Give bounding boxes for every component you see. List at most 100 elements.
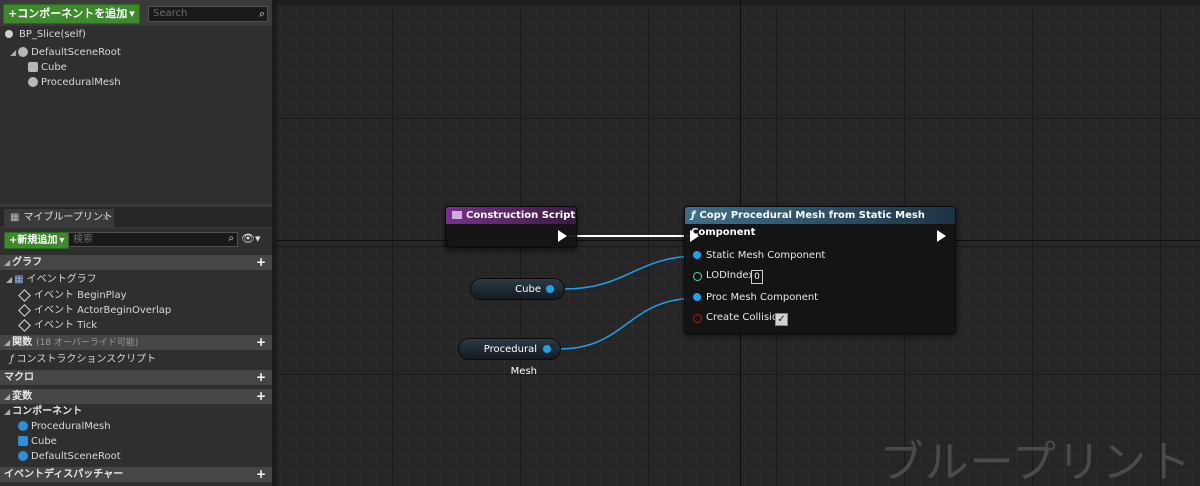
static-mesh-pin[interactable] [693, 251, 701, 259]
procedural-mesh-icon [18, 421, 28, 431]
construction-script-node[interactable]: Construction Script [445, 206, 577, 248]
add-component-button[interactable]: +コンポーネントを追加 ▾ [3, 4, 140, 24]
components-toolbar: +コンポーネントを追加 ▾ [3, 4, 140, 24]
add-new-button[interactable]: +新規追加 ▾ [4, 232, 70, 249]
tab-label: マイブループリント [23, 212, 113, 223]
self-item[interactable]: BP_Slice(self) [5, 27, 86, 42]
function-icon: ƒ [10, 354, 14, 365]
category-macros[interactable]: マクロ + [0, 370, 272, 385]
construction-script-header: Construction Script [446, 207, 576, 224]
component-var-label: ProceduralMesh [31, 421, 111, 432]
procedural-mesh-variable-node[interactable]: Procedural Mesh [458, 338, 561, 377]
event-icon [452, 211, 462, 219]
expand-icon: ◢ [4, 392, 11, 401]
tree-item-label: Cube [41, 62, 67, 73]
lod-index-input[interactable]: 0 [751, 270, 763, 284]
blueprint-icon: ▦ [10, 212, 20, 223]
self-icon [5, 30, 13, 38]
create-collision-checkbox[interactable]: ✓ [775, 313, 788, 326]
tree-item-proceduralmesh[interactable]: ProceduralMesh [28, 75, 121, 90]
exec-out-pin[interactable] [558, 230, 567, 242]
event-label: イベント ActorBeginOverlap [34, 305, 172, 316]
lod-index-pin[interactable] [693, 272, 702, 281]
cube-variable-node[interactable]: Cube [470, 278, 565, 300]
procedural-mesh-output-pin[interactable] [543, 345, 551, 353]
event-graph-label: イベントグラフ [26, 274, 97, 285]
category-event-dispatchers[interactable]: イベントディスパッチャー + [0, 467, 272, 482]
event-item-beginplay[interactable]: イベント BeginPlay [18, 288, 127, 303]
event-diamond-icon [18, 303, 31, 317]
copy-node-header: ƒ Copy Procedural Mesh from Static Mesh C… [685, 207, 955, 238]
search-icon: ⌕ [258, 7, 265, 20]
add-graph-button[interactable]: + [256, 255, 266, 270]
chevron-down-icon: ▾ [129, 7, 135, 20]
event-label: イベント Tick [34, 320, 98, 331]
scene-root-icon [18, 451, 28, 461]
variable-label: Cube [515, 284, 541, 295]
search-placeholder: 検索 [73, 234, 93, 245]
proc-mesh-pin[interactable] [693, 293, 701, 301]
blueprint-graph-canvas[interactable]: Construction Script ƒ Copy Procedural Mes… [277, 0, 1200, 486]
blueprint-watermark: ブループリント [879, 437, 1192, 486]
static-mesh-icon [28, 62, 38, 72]
event-item-tick[interactable]: イベント Tick [18, 318, 98, 333]
component-tree: BP_Slice(self) ◢ DefaultSceneRoot Cube Pr… [0, 26, 272, 204]
event-graph-icon: ▦ [14, 274, 24, 285]
search-placeholder: Search [153, 8, 188, 19]
component-var-label: DefaultSceneRoot [31, 451, 121, 462]
add-component-label: +コンポーネントを追加 [8, 7, 128, 20]
category-label: 関数 [12, 337, 33, 348]
cube-wire [563, 255, 699, 290]
add-dispatcher-button[interactable]: + [256, 467, 266, 482]
tree-item-defaultsceneroot[interactable]: ◢ DefaultSceneRoot [10, 45, 121, 60]
tree-item-cube[interactable]: Cube [28, 60, 67, 75]
proc-mesh-pin-label: Proc Mesh Component [706, 292, 819, 303]
copy-procedural-mesh-node[interactable]: ƒ Copy Procedural Mesh from Static Mesh C… [684, 206, 956, 334]
cube-output-pin[interactable] [546, 285, 554, 293]
category-variables[interactable]: ◢ 変数 + [0, 389, 272, 404]
event-diamond-icon [18, 288, 31, 302]
create-collision-pin[interactable] [693, 314, 702, 323]
exec-out-pin[interactable] [937, 230, 946, 242]
static-mesh-icon [18, 436, 28, 446]
category-label: グラフ [12, 257, 43, 268]
category-graph[interactable]: ◢ グラフ + [0, 255, 272, 270]
scene-root-icon [18, 47, 29, 57]
add-new-button-wrap: +新規追加 ▾ [4, 232, 70, 249]
category-functions[interactable]: ◢ 関数 (18 オーバーライド可能) + [0, 335, 272, 350]
category-label: 変数 [12, 391, 33, 402]
expand-icon[interactable]: ◢ [10, 48, 16, 57]
components-subcategory[interactable]: ◢ コンポーネント [4, 404, 82, 419]
event-item-actorbeginoverlap[interactable]: イベント ActorBeginOverlap [18, 303, 172, 318]
functions-override-count: (18 オーバーライド可能) [36, 338, 139, 348]
component-var-label: Cube [31, 436, 57, 447]
expand-icon: ◢ [4, 258, 11, 267]
component-var-cube[interactable]: Cube [18, 434, 57, 449]
static-mesh-pin-label: Static Mesh Component [706, 250, 826, 261]
construction-script-item[interactable]: ƒ コンストラクションスクリプト [10, 352, 156, 367]
component-var-proceduralmesh[interactable]: ProceduralMesh [18, 419, 111, 434]
view-options-eye-icon[interactable]: 👁▾ [241, 232, 261, 245]
tree-item-label: ProceduralMesh [41, 77, 121, 88]
my-blueprint-search-input[interactable]: 検索 ⌕ [68, 232, 238, 247]
expand-icon: ◢ [4, 338, 11, 347]
tab-my-blueprint[interactable]: ▦ マイブループリント × [4, 209, 114, 227]
event-graph-item[interactable]: ◢ ▦ イベントグラフ [6, 272, 97, 287]
my-blueprint-tabbar: ▦ マイブループリント × [0, 207, 272, 227]
left-panel: +コンポーネントを追加 ▾ Search ⌕ BP_Slice(self) ◢ D… [0, 0, 272, 486]
search-icon: ⌕ [228, 233, 234, 244]
component-var-defaultsceneroot[interactable]: DefaultSceneRoot [18, 449, 121, 464]
exec-in-pin[interactable] [690, 230, 699, 242]
event-label: イベント BeginPlay [34, 290, 127, 301]
procmesh-wire [558, 297, 699, 350]
add-macro-button[interactable]: + [256, 370, 266, 385]
add-variable-button[interactable]: + [256, 389, 266, 404]
expand-icon: ◢ [6, 275, 13, 284]
close-icon[interactable]: × [102, 209, 110, 227]
event-diamond-icon [18, 318, 31, 332]
components-search-input[interactable]: Search ⌕ [148, 6, 268, 22]
lod-index-pin-label: LODIndex [706, 270, 755, 281]
node-title: Copy Procedural Mesh from Static Mesh Co… [691, 210, 925, 238]
procedural-mesh-icon [28, 77, 38, 87]
add-function-button[interactable]: + [256, 335, 266, 350]
